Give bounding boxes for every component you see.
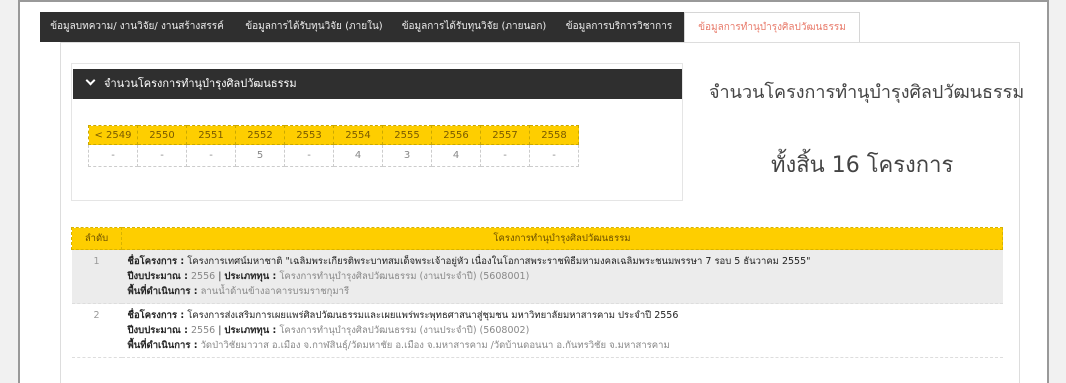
tab-academic-services[interactable]: ข้อมูลการบริการวิชาการ — [554, 12, 684, 42]
count-cell: - — [284, 144, 334, 167]
label-fiscal-year: ปีงบประมาณ : — [127, 325, 188, 336]
project-count-panel: จำนวนโครงการทำนุบำรุงศิลปวัฒนธรรม < 2549… — [71, 63, 683, 201]
grant-type: โครงการทำนุบำรุงศิลปวัฒนธรรม (งานประจำปี… — [279, 325, 530, 336]
panel-header[interactable]: จำนวนโครงการทำนุบำรุงศิลปวัฒนธรรม — [73, 69, 682, 99]
label-area: พื้นที่ดำเนินการ : — [127, 286, 198, 297]
year-cell: 2550 — [137, 125, 187, 145]
project-details: ชื่อโครงการ : โครงการเทศน์มหาชาติ "เฉลิม… — [121, 249, 1003, 304]
tab-external-grants[interactable]: ข้อมูลการได้รับทุนวิจัย (ภายนอก) — [394, 12, 554, 42]
tab-arts-culture[interactable]: ข้อมูลการทำนุบำรุงศิลปวัฒนธรรม — [684, 12, 860, 42]
count-row: - - - 5 - 4 3 4 - - — [88, 144, 579, 167]
summary-title: จำนวนโครงการทำนุบำรุงศิลปวัฒนธรรม — [709, 82, 1025, 103]
label-project-name: ชื่อโครงการ : — [127, 310, 185, 321]
year-cell: 2556 — [431, 125, 481, 145]
count-cell: - — [480, 144, 530, 167]
column-header-no: ลำดับ — [71, 227, 122, 250]
year-cell: 2553 — [284, 125, 334, 145]
count-cell: - — [186, 144, 236, 167]
year-cell: 2557 — [480, 125, 530, 145]
year-row: < 2549 2550 2551 2552 2553 2554 2555 255… — [88, 125, 579, 145]
year-cell: 2554 — [333, 125, 383, 145]
count-cell: 4 — [333, 144, 383, 167]
label-fiscal-year: ปีงบประมาณ : — [127, 271, 188, 282]
tab-content: จำนวนโครงการทำนุบำรุงศิลปวัฒนธรรม < 2549… — [60, 42, 1024, 383]
grant-type: โครงการทำนุบำรุงศิลปวัฒนธรรม (งานประจำปี… — [279, 271, 530, 282]
row-number: 2 — [71, 303, 122, 358]
project-area: วัดป่าวิชัยมาวาส อ.เมือง จ.กาฬสินธุ์/วัด… — [200, 340, 670, 351]
count-cell: 3 — [382, 144, 432, 167]
chevron-down-icon — [85, 75, 96, 86]
table-header-row: ลำดับ โครงการทำนุบำรุงศิลปวัฒนธรรม — [71, 227, 1003, 250]
year-cell: 2555 — [382, 125, 432, 145]
project-details: ชื่อโครงการ : โครงการส่งเสริมการเผยแพร่ศ… — [121, 303, 1003, 358]
table-row: 2 ชื่อโครงการ : โครงการส่งเสริมการเผยแพร… — [71, 303, 1003, 358]
project-list-table: ลำดับ โครงการทำนุบำรุงศิลปวัฒนธรรม 1 ชื่… — [71, 227, 1003, 358]
project-area: ลานน้ำด้านข้างอาคารบรมราชกุมารี — [200, 286, 350, 297]
fiscal-year: 2556 — [190, 271, 216, 282]
label-grant-type: ประเภททุน : — [224, 325, 277, 336]
count-cell: - — [529, 144, 579, 167]
tab-articles-research[interactable]: ข้อมูลบทความ/ งานวิจัย/ งานสร้างสรรค์ — [40, 12, 234, 42]
year-count-table: < 2549 2550 2551 2552 2553 2554 2555 255… — [88, 125, 579, 167]
tab-internal-grants[interactable]: ข้อมูลการได้รับทุนวิจัย (ภายใน) — [234, 12, 394, 42]
count-cell: - — [137, 144, 187, 167]
panel-title: จำนวนโครงการทำนุบำรุงศิลปวัฒนธรรม — [104, 77, 297, 90]
summary-total: ทั้งสิ้น 16 โครงการ — [771, 153, 954, 178]
count-cell: - — [88, 144, 138, 167]
fiscal-year: 2556 — [190, 325, 216, 336]
year-cell: 2558 — [529, 125, 579, 145]
year-cell: 2551 — [186, 125, 236, 145]
label-project-name: ชื่อโครงการ : — [127, 256, 185, 267]
year-cell: 2552 — [235, 125, 285, 145]
column-header-project: โครงการทำนุบำรุงศิลปวัฒนธรรม — [121, 227, 1003, 250]
project-name: โครงการเทศน์มหาชาติ "เฉลิมพระเกียรติพระบ… — [187, 256, 811, 267]
table-row: 1 ชื่อโครงการ : โครงการเทศน์มหาชาติ "เฉล… — [71, 249, 1003, 304]
tab-bar: ข้อมูลบทความ/ งานวิจัย/ งานสร้างสรรค์ ข้… — [40, 12, 1020, 42]
year-cell: < 2549 — [88, 125, 138, 145]
label-area: พื้นที่ดำเนินการ : — [127, 340, 198, 351]
count-cell: 4 — [431, 144, 481, 167]
project-name: โครงการส่งเสริมการเผยแพร่ศิลปวัฒนธรรมและ… — [187, 310, 679, 321]
label-grant-type: ประเภททุน : — [224, 271, 277, 282]
row-number: 1 — [71, 249, 122, 304]
count-cell: 5 — [235, 144, 285, 167]
